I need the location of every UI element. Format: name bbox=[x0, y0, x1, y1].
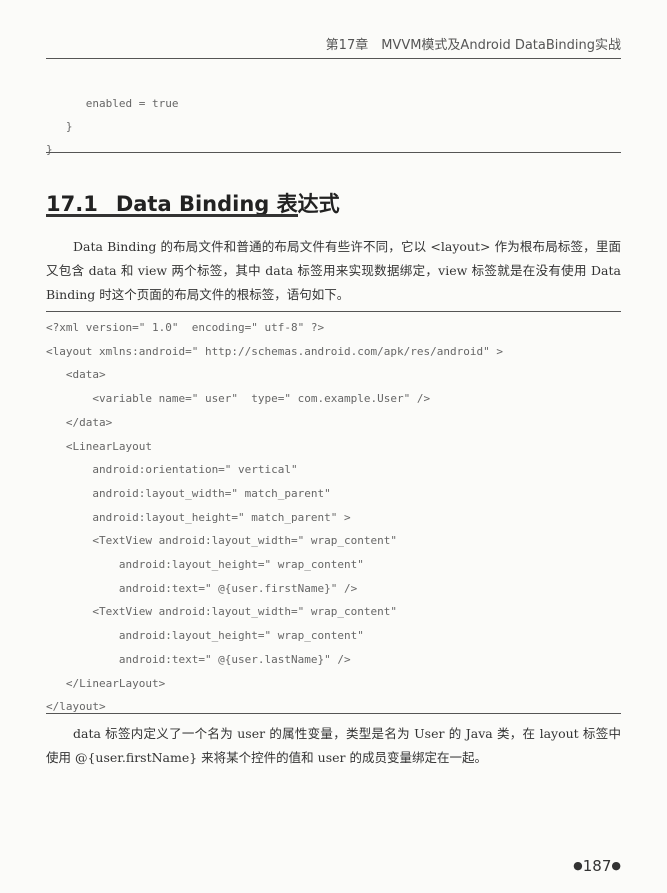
code-line: <LinearLayout bbox=[46, 439, 152, 453]
code-block-rule-top bbox=[46, 311, 621, 312]
running-head: 第17章 MVVM模式及Android DataBinding实战 bbox=[325, 38, 621, 53]
page-number: ●187● bbox=[573, 857, 621, 875]
body-paragraph: Data Binding 的布局文件和普通的布局文件有些许不同，它以 <layo… bbox=[46, 239, 621, 302]
code-line: } bbox=[46, 120, 73, 133]
section-number: 17.1 bbox=[46, 192, 98, 216]
code-line: android:orientation=" vertical" bbox=[46, 463, 298, 477]
code-line: <layout xmlns:android=" http://schemas.a… bbox=[46, 344, 503, 358]
code-line: <?xml version=" 1.0" encoding=" utf-8" ?… bbox=[46, 321, 325, 334]
code-line: } bbox=[46, 143, 53, 156]
code-line: </LinearLayout> bbox=[46, 676, 166, 690]
code-line: android:layout_height=" wrap_content" bbox=[46, 558, 364, 572]
code-line: </data> bbox=[46, 415, 113, 429]
code-line: </layout> bbox=[46, 700, 106, 714]
code-line: <TextView android:layout_width=" wrap_co… bbox=[46, 534, 397, 548]
section-underline bbox=[46, 214, 298, 217]
code-line: <variable name=" user" type=" com.exampl… bbox=[46, 392, 431, 406]
code-block-rule-bottom bbox=[46, 713, 621, 714]
code-line: <TextView android:layout_width=" wrap_co… bbox=[46, 605, 397, 619]
body-paragraph: data 标签内定义了一个名为 user 的属性变量，类型是名为 User 的 … bbox=[46, 726, 621, 765]
code-line: android:layout_height=" wrap_content" bbox=[46, 629, 364, 643]
code-block-top-rule bbox=[46, 152, 621, 153]
code-block-top: enabled = true } } bbox=[46, 92, 178, 161]
bullet-icon: ● bbox=[573, 859, 583, 872]
bullet-icon: ● bbox=[611, 859, 621, 872]
section-title: Data Binding 表达式 bbox=[115, 192, 340, 216]
code-line: android:text=" @{user.firstName}" /> bbox=[46, 581, 358, 595]
code-block-main: <?xml version=" 1.0" encoding=" utf-8" ?… bbox=[46, 316, 503, 719]
code-line: enabled = true bbox=[46, 97, 179, 110]
header-rule bbox=[46, 58, 621, 59]
code-line: <data> bbox=[46, 368, 106, 382]
page-number-value: 187 bbox=[582, 857, 612, 875]
code-line: android:layout_height=" match_parent" > bbox=[46, 510, 351, 524]
code-line: android:text=" @{user.lastName}" /> bbox=[46, 652, 351, 666]
code-line: android:layout_width=" match_parent" bbox=[46, 486, 331, 500]
